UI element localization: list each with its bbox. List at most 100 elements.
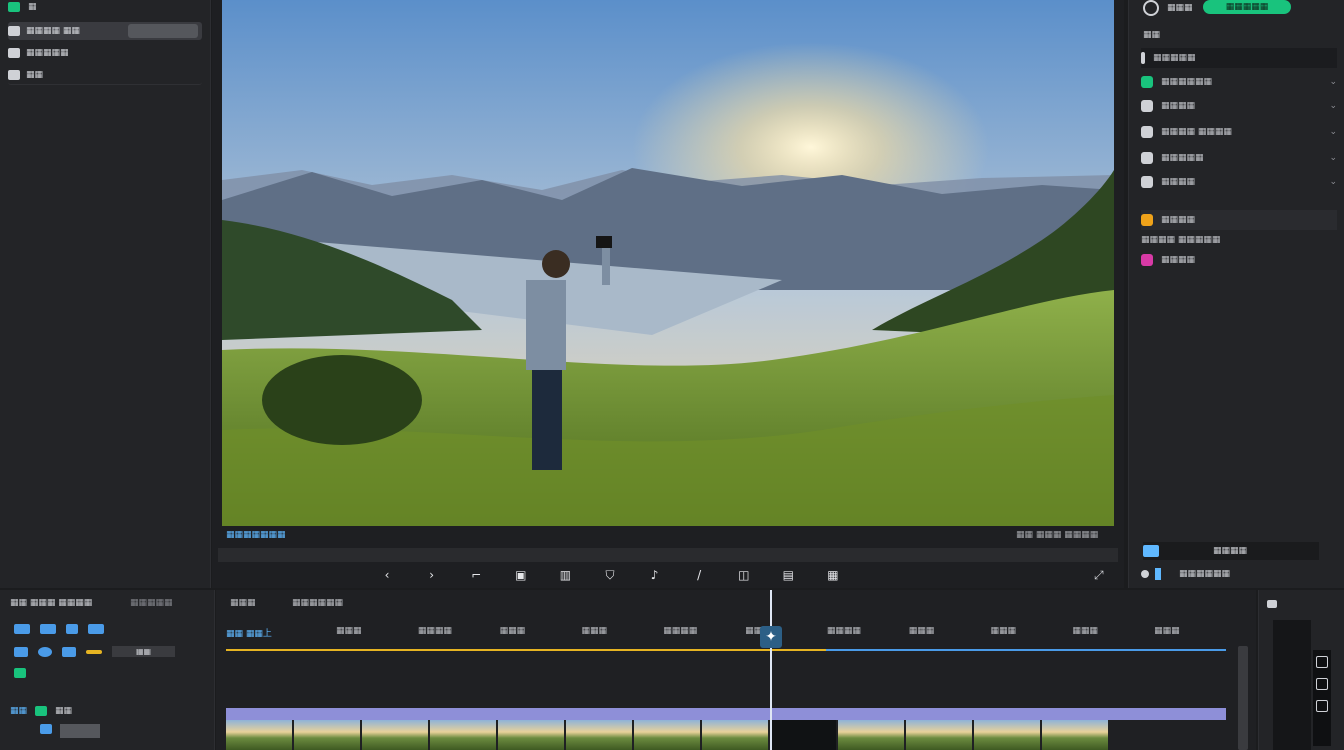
crop-icon[interactable]: ▣ xyxy=(514,568,528,582)
effect-item-5[interactable]: ▦▦▦▦ ⌄ xyxy=(1141,172,1337,192)
footer-row[interactable]: ▦▦▦▦ xyxy=(1143,542,1319,560)
clip-thumbnails xyxy=(226,720,1226,750)
effect-item-2[interactable]: ▦▦▦▦ ⌄ xyxy=(1141,96,1337,116)
square-icon[interactable] xyxy=(1316,678,1328,690)
tag-icon[interactable] xyxy=(66,624,78,634)
thumbnail xyxy=(634,720,700,750)
video-icon[interactable] xyxy=(40,624,56,634)
layers-icon xyxy=(8,70,20,80)
fullscreen-icon[interactable]: ⤢ xyxy=(1094,568,1104,583)
timeline-scrollbar[interactable] xyxy=(1238,646,1248,750)
line-icon xyxy=(86,649,102,654)
lock-icon[interactable] xyxy=(62,646,76,657)
audio-effect-icon xyxy=(1141,214,1153,226)
timeline-ruler[interactable] xyxy=(226,646,1226,654)
bookmark-icon[interactable]: ⛉ xyxy=(603,568,617,582)
ruler-remaining xyxy=(826,649,1226,651)
media-icon xyxy=(8,26,20,36)
thumbnail-black xyxy=(770,720,836,750)
side-tools xyxy=(1258,590,1344,750)
clip-icon xyxy=(1143,545,1159,557)
timeline-marker[interactable]: ▦▦▦ xyxy=(909,626,935,636)
scrub-bar[interactable] xyxy=(218,548,1118,562)
clip-icon[interactable] xyxy=(14,624,30,634)
scrub-label: ▦▦▦▦▦▦▦ xyxy=(226,530,286,540)
panel-row-folder[interactable]: ▦▦▦▦▦ xyxy=(8,44,202,62)
timecode-label: ▦▦ ▦▦▦ ▦▦▦▦ xyxy=(1016,530,1099,540)
effect-item-4[interactable]: ▦▦▦▦▦ ⌄ xyxy=(1141,148,1337,168)
library-subtitle: ▦▦▦▦▦ xyxy=(130,598,173,608)
next-frame-icon[interactable]: › xyxy=(425,568,439,582)
cloud-icon[interactable] xyxy=(14,646,28,657)
tab-0[interactable]: ▦▦▦ xyxy=(230,598,256,608)
timeline-marker[interactable]: ▦▦▦▦ xyxy=(663,626,697,636)
square-icon[interactable] xyxy=(1316,656,1328,668)
video-preview[interactable] xyxy=(222,0,1114,526)
timeline-marker[interactable]: ▦▦▦ xyxy=(991,626,1017,636)
timeline-panel: ▦▦▦ ▦▦▦▦▦▦ ▦▦ ▦▦上 ▦▦▦ ▦▦▦▦ ▦▦▦ ▦▦▦ ▦▦▦▦ ▦▦▦ ▦▦… xyxy=(216,590,1256,750)
timeline-marker[interactable]: ▦▦▦ xyxy=(581,626,607,636)
playhead[interactable] xyxy=(770,590,772,750)
capture-icon[interactable]: ◫ xyxy=(737,568,751,582)
meter xyxy=(1273,620,1311,750)
refresh-icon[interactable] xyxy=(38,646,52,657)
panel-row-media[interactable]: ▦▦▦▦ ▦▦ xyxy=(8,22,202,40)
speaker-icon[interactable] xyxy=(1267,600,1277,608)
library-tools-2: ▦▦ xyxy=(14,646,176,657)
audio-icon[interactable]: ♪ xyxy=(648,568,662,582)
timeline-marker[interactable]: ▦▦▦ xyxy=(336,626,362,636)
tab-1[interactable]: ▦▦▦▦▦▦ xyxy=(292,598,343,608)
primary-button[interactable]: ▦▦▦▦▦ xyxy=(1203,0,1291,14)
effect-item-0[interactable]: ▦▦▦▦▦ xyxy=(1141,48,1337,68)
track-title: ▦▦ ▦▦上 xyxy=(226,629,272,639)
sticker-icon xyxy=(1141,176,1153,188)
list-icon[interactable]: ▤ xyxy=(781,568,795,582)
timeline-marker[interactable]: ▦▦▦ xyxy=(500,626,526,636)
library-row-2[interactable] xyxy=(40,724,100,738)
track-icon xyxy=(40,724,52,734)
export-icon[interactable]: ▥ xyxy=(558,568,572,582)
ai-icon xyxy=(1141,254,1153,266)
thumbnail xyxy=(566,720,632,750)
dot-icon xyxy=(1141,570,1149,578)
media-icon[interactable] xyxy=(8,2,20,12)
timeline-marker[interactable]: ▦▦▦ xyxy=(1072,626,1098,636)
library-row[interactable]: ▦▦ ▦▦ xyxy=(10,706,72,716)
media-panel: ▦ ▦▦▦▦ ▦▦ ▦▦▦▦▦ ▦▦ xyxy=(0,0,211,588)
square-icon[interactable] xyxy=(1316,700,1328,712)
mark-in-icon[interactable]: ⌐ xyxy=(469,568,483,582)
settings-icon[interactable] xyxy=(1143,0,1159,16)
timeline-marker[interactable]: ▦▦▦ xyxy=(1154,626,1180,636)
video-clip[interactable] xyxy=(226,708,1226,720)
thumbnail xyxy=(226,720,292,750)
effect-item-8[interactable]: ▦▦▦▦ xyxy=(1141,250,1337,270)
library-title: ▦▦ ▦▦▦ ▦▦▦▦ xyxy=(10,598,93,608)
text-icon xyxy=(1141,126,1153,138)
add-icon[interactable] xyxy=(14,668,26,678)
adjust-icon xyxy=(1141,100,1153,112)
effect-item-3[interactable]: ▦▦▦▦ ▦▦▦▦ ⌄ xyxy=(1141,122,1337,142)
playhead-handle[interactable]: ✦ xyxy=(760,626,782,648)
pen-icon[interactable]: / xyxy=(692,568,706,582)
media-panel-header: ▦ xyxy=(8,2,37,12)
grid-icon[interactable] xyxy=(88,624,104,634)
thumbnail xyxy=(294,720,360,750)
folder-icon xyxy=(8,48,20,58)
effects-header: ▦▦▦ xyxy=(1143,0,1193,16)
ruler-progress xyxy=(226,649,826,651)
panel-row-layers[interactable]: ▦▦ xyxy=(8,66,202,85)
transition-icon xyxy=(1141,152,1153,164)
library-tools xyxy=(14,624,104,634)
effect-item-1[interactable]: ▦▦▦▦▦▦ ⌄ xyxy=(1141,72,1337,92)
thumbnail xyxy=(702,720,768,750)
timeline-marker[interactable]: ▦▦▦▦ xyxy=(827,626,861,636)
thumbnail xyxy=(498,720,564,750)
footer-row-2[interactable]: ▦▦▦▦▦▦ xyxy=(1141,566,1333,582)
timeline-marker[interactable]: ▦▦▦▦ xyxy=(418,626,452,636)
effect-item-6[interactable]: ▦▦▦▦ xyxy=(1141,210,1337,230)
filter-icon xyxy=(1141,76,1153,88)
effect-item-7[interactable]: ▦▦▦▦ ▦▦▦▦▦ xyxy=(1141,230,1337,250)
camera-icon[interactable]: ▦ xyxy=(826,568,840,582)
prev-frame-icon[interactable]: ‹ xyxy=(380,568,394,582)
section-title: ▦▦ xyxy=(1143,30,1161,40)
